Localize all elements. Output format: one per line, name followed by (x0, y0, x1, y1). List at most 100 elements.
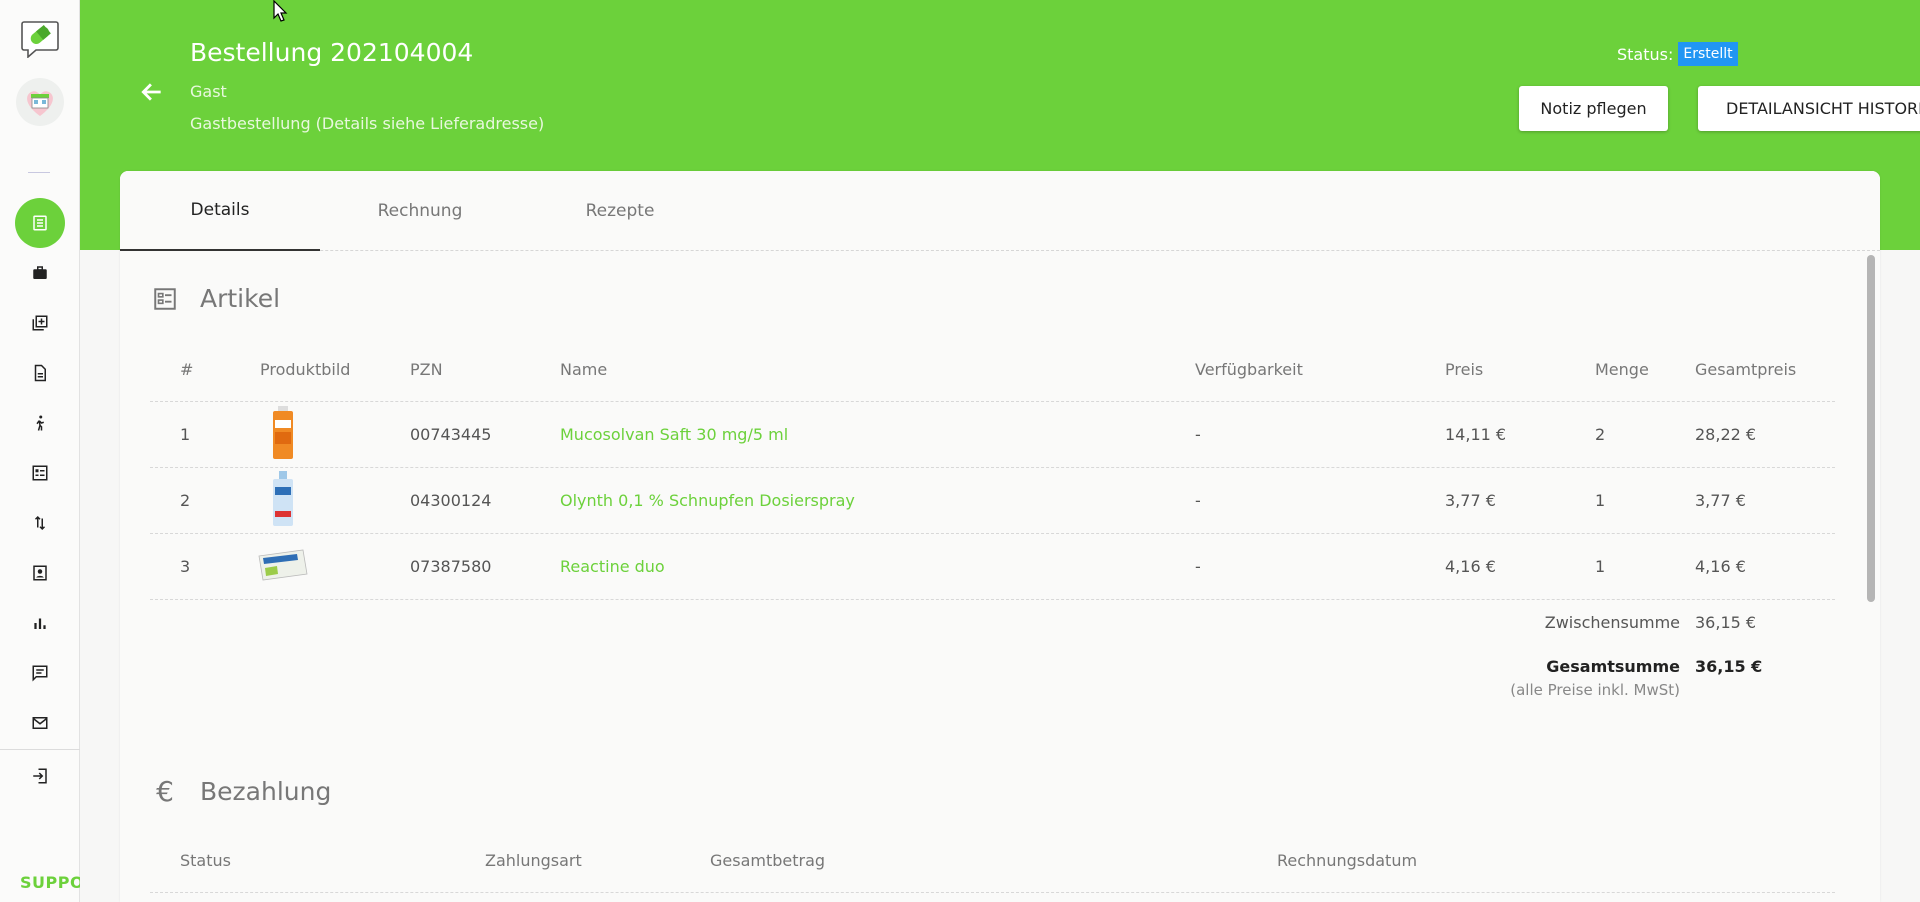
row-number: 2 (180, 491, 191, 510)
mouse-cursor-icon (273, 0, 288, 22)
row-quantity: 1 (1595, 491, 1606, 510)
status-badge: Erstellt (1678, 42, 1738, 66)
contact-card-icon (33, 565, 47, 581)
row-divider (150, 599, 1835, 600)
product-bottle-image (273, 406, 293, 459)
chat-icon (32, 665, 48, 682)
subtotal-value: 36,15 € (1695, 613, 1757, 632)
product-image[interactable] (270, 406, 296, 464)
col-header-number: # (180, 360, 194, 379)
vat-note: (alle Preise inkl. MwSt) (1510, 681, 1680, 699)
sidebar-item-transfers[interactable] (15, 498, 65, 548)
sidebar-item-orders[interactable] (15, 198, 65, 248)
col-header-price: Preis (1445, 360, 1484, 379)
tab-bar: Details Rechnung Rezepte (120, 171, 1880, 251)
tab-invoice[interactable]: Rechnung (320, 171, 520, 251)
checklist-icon (154, 287, 176, 310)
row-price: 3,77 € (1445, 491, 1496, 510)
product-image[interactable] (270, 471, 296, 531)
row-price: 14,11 € (1445, 425, 1507, 444)
order-subtitle: Gastbestellung (Details siehe Lieferadre… (190, 114, 545, 133)
row-availability: - (1195, 491, 1201, 510)
row-divider (150, 892, 1835, 893)
sidebar-item-logout[interactable] (15, 751, 65, 801)
product-box-image (258, 549, 308, 581)
sidebar-item-forms[interactable] (15, 448, 65, 498)
sidebar: SUPPO (0, 0, 80, 902)
walking-person-icon (36, 415, 44, 431)
payment-title: Bezahlung (200, 777, 332, 806)
row-number: 1 (180, 425, 191, 444)
document-icon (34, 364, 46, 382)
row-pzn: 07387580 (410, 557, 492, 576)
row-quantity: 2 (1595, 425, 1606, 444)
grand-total-value: 36,15 € (1695, 657, 1763, 676)
briefcase-icon (33, 266, 47, 279)
row-divider (150, 533, 1835, 534)
euro-icon: € (156, 775, 174, 808)
payment-col-method: Zahlungsart (485, 851, 582, 870)
row-total: 4,16 € (1695, 557, 1746, 576)
grand-total-label: Gesamtsumme (1546, 657, 1680, 676)
edit-note-button[interactable]: Notiz pflegen (1519, 86, 1668, 131)
tab-details[interactable]: Details (120, 171, 320, 251)
product-image[interactable] (257, 548, 309, 586)
sidebar-divider (28, 172, 50, 173)
row-divider (150, 401, 1835, 402)
logout-icon (33, 768, 47, 784)
payment-section-header: € Bezahlung (152, 775, 331, 808)
row-number: 3 (180, 557, 191, 576)
row-availability: - (1195, 425, 1201, 444)
row-availability: - (1195, 557, 1201, 576)
product-name-link[interactable]: Olynth 0,1 % Schnupfen Dosierspray (560, 491, 855, 510)
status-label: Status: (1617, 44, 1674, 64)
pharmacy-logo[interactable] (16, 78, 64, 126)
orders-icon (33, 215, 47, 231)
pharmacy-store-icon (27, 91, 53, 116)
col-header-name: Name (560, 360, 608, 379)
col-header-availability: Verfügbarkeit (1195, 360, 1303, 379)
order-details-card: Details Rechnung Rezepte Artikel # Produ… (120, 171, 1880, 902)
sidebar-item-products[interactable] (15, 248, 65, 298)
articles-section-header: Artikel (152, 284, 280, 313)
col-header-total: Gesamtpreis (1695, 360, 1797, 379)
payment-col-amount: Gesamtbetrag (710, 851, 826, 870)
payment-col-invoice-date: Rechnungsdatum (1277, 851, 1418, 870)
arrow-left-icon (141, 83, 161, 101)
product-name-link[interactable]: Mucosolvan Saft 30 mg/5 ml (560, 425, 788, 444)
page-title: Bestellung 202104004 (190, 38, 474, 67)
col-header-quantity: Menge (1595, 360, 1649, 379)
support-label[interactable]: SUPPO (20, 873, 80, 892)
subtotal-label: Zwischensumme (1544, 613, 1680, 632)
customer-name: Gast (190, 82, 227, 101)
sidebar-item-contacts[interactable] (15, 548, 65, 598)
sidebar-item-documents[interactable] (15, 348, 65, 398)
scrollbar[interactable] (1867, 255, 1875, 602)
sidebar-item-catalog[interactable] (15, 298, 65, 348)
row-price: 4,16 € (1445, 557, 1496, 576)
app-logo[interactable] (20, 18, 60, 59)
bar-chart-icon (34, 618, 46, 629)
product-spray-image (273, 471, 293, 526)
status-area: Status: Erstellt (1617, 42, 1738, 66)
tab-prescriptions[interactable]: Rezepte (520, 171, 720, 251)
sort-arrows-icon (34, 515, 46, 531)
back-button[interactable] (132, 72, 172, 112)
sidebar-item-mail[interactable] (15, 698, 65, 748)
sidebar-separator (0, 749, 80, 750)
row-pzn: 00743445 (410, 425, 492, 444)
mail-icon (32, 717, 48, 729)
history-detail-button[interactable]: DETAILANSICHT HISTORIE (1698, 86, 1920, 131)
payment-col-status: Status (180, 851, 231, 870)
row-divider (150, 467, 1835, 468)
col-header-image: Produktbild (260, 360, 351, 379)
articles-title: Artikel (200, 284, 281, 313)
sidebar-item-chat[interactable] (15, 648, 65, 698)
row-pzn: 04300124 (410, 491, 492, 510)
sidebar-item-activity[interactable] (15, 398, 65, 448)
row-total: 28,22 € (1695, 425, 1757, 444)
product-name-link[interactable]: Reactine duo (560, 557, 665, 576)
sidebar-item-statistics[interactable] (15, 598, 65, 648)
row-quantity: 1 (1595, 557, 1606, 576)
checklist-icon (32, 465, 48, 481)
